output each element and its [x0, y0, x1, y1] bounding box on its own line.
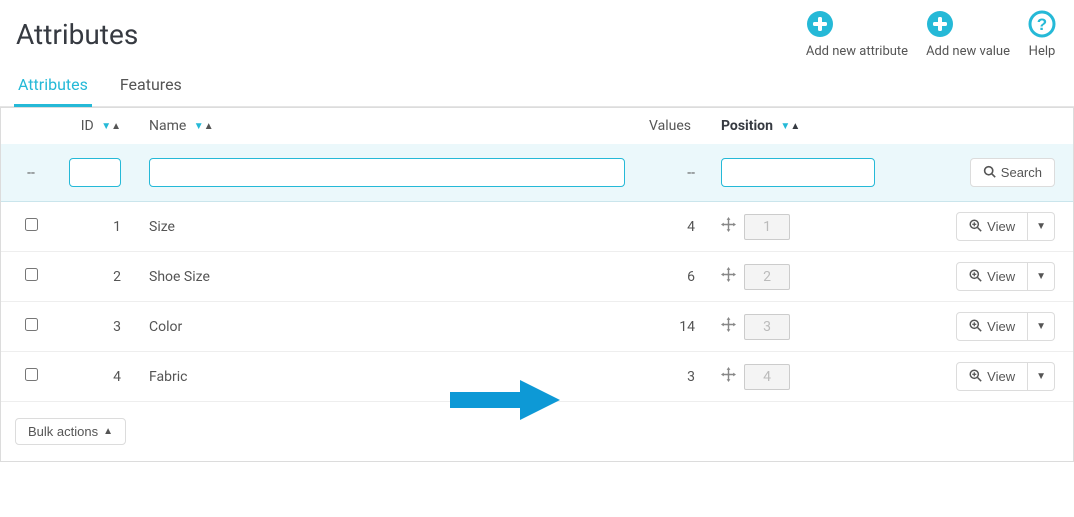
col-header-id[interactable]: ID ▼▲ — [61, 108, 141, 144]
help-button[interactable]: ? Help — [1028, 10, 1056, 59]
row-values: 3 — [633, 352, 713, 402]
row-checkbox[interactable] — [25, 218, 38, 231]
svg-text:?: ? — [1037, 15, 1047, 34]
drag-handle-icon[interactable] — [721, 367, 736, 386]
row-id: 3 — [61, 302, 141, 352]
drag-handle-icon[interactable] — [721, 317, 736, 336]
caret-down-icon: ▼ — [1036, 272, 1046, 282]
view-label: View — [987, 320, 1015, 333]
zoom-in-icon — [969, 369, 982, 384]
add-attribute-button[interactable]: Add new attribute — [806, 10, 908, 59]
col-header-position[interactable]: Position ▼▲ — [713, 108, 883, 144]
row-name: Color — [141, 302, 633, 352]
row-values: 4 — [633, 202, 713, 252]
row-id: 4 — [61, 352, 141, 402]
row-name: Size — [141, 202, 633, 252]
table-row: 2Shoe Size62View▼ — [1, 252, 1073, 302]
filter-id-input[interactable] — [69, 158, 121, 187]
view-button[interactable]: View — [956, 362, 1028, 391]
table-row: 3Color143View▼ — [1, 302, 1073, 352]
filter-position-input[interactable] — [721, 158, 875, 187]
filter-dash: -- — [633, 144, 713, 202]
caret-down-icon: ▼ — [780, 121, 790, 132]
row-checkbox[interactable] — [25, 368, 38, 381]
row-actions-dropdown[interactable]: ▼ — [1028, 362, 1055, 391]
tab-bar: Attributes Features — [0, 59, 1074, 107]
search-icon — [983, 165, 996, 180]
tab-attributes[interactable]: Attributes — [14, 65, 92, 107]
help-icon: ? — [1028, 10, 1056, 38]
row-checkbox[interactable] — [25, 318, 38, 331]
caret-down-icon: ▼ — [1036, 222, 1046, 232]
view-button[interactable]: View — [956, 212, 1028, 241]
plus-circle-icon — [806, 10, 908, 38]
view-label: View — [987, 370, 1015, 383]
view-label: View — [987, 270, 1015, 283]
row-actions-dropdown[interactable]: ▼ — [1028, 262, 1055, 291]
view-button[interactable]: View — [956, 312, 1028, 341]
row-position: 4 — [744, 364, 790, 390]
bulk-actions-button[interactable]: Bulk actions ▲ — [15, 418, 126, 445]
row-id: 2 — [61, 252, 141, 302]
row-checkbox[interactable] — [25, 268, 38, 281]
view-button[interactable]: View — [956, 262, 1028, 291]
row-name: Shoe Size — [141, 252, 633, 302]
toolbar: Add new attribute Add new value ? Help — [806, 10, 1056, 59]
add-attribute-label: Add new attribute — [806, 44, 908, 59]
caret-up-icon: ▲ — [790, 121, 800, 132]
row-actions-dropdown[interactable]: ▼ — [1028, 212, 1055, 241]
row-position: 3 — [744, 314, 790, 340]
caret-down-icon: ▼ — [1036, 372, 1046, 382]
search-label: Search — [1001, 166, 1042, 179]
help-label: Help — [1029, 44, 1056, 59]
row-position: 1 — [744, 214, 790, 240]
row-values: 14 — [633, 302, 713, 352]
caret-down-icon: ▼ — [194, 121, 204, 132]
zoom-in-icon — [969, 219, 982, 234]
drag-handle-icon[interactable] — [721, 267, 736, 286]
row-id: 1 — [61, 202, 141, 252]
add-value-button[interactable]: Add new value — [926, 10, 1010, 59]
drag-handle-icon[interactable] — [721, 217, 736, 236]
table-row: 1Size41View▼ — [1, 202, 1073, 252]
col-header-values: Values — [633, 108, 713, 144]
row-position: 2 — [744, 264, 790, 290]
caret-down-icon: ▼ — [1036, 322, 1046, 332]
add-value-label: Add new value — [926, 44, 1010, 59]
row-actions-dropdown[interactable]: ▼ — [1028, 312, 1055, 341]
bulk-actions-label: Bulk actions — [28, 425, 98, 438]
filter-name-input[interactable] — [149, 158, 625, 187]
caret-up-icon: ▲ — [204, 121, 214, 132]
filter-dash: -- — [1, 144, 61, 202]
caret-down-icon: ▼ — [101, 121, 111, 132]
zoom-in-icon — [969, 269, 982, 284]
caret-up-icon: ▲ — [103, 427, 113, 437]
zoom-in-icon — [969, 319, 982, 334]
tab-features[interactable]: Features — [116, 65, 186, 106]
annotation-arrow — [450, 380, 560, 420]
attributes-table: ID ▼▲ Name ▼▲ Values Position ▼▲ -- — [1, 108, 1073, 402]
view-label: View — [987, 220, 1015, 233]
plus-circle-icon — [926, 10, 1010, 38]
search-button[interactable]: Search — [970, 158, 1055, 187]
caret-up-icon: ▲ — [111, 121, 121, 132]
col-header-name[interactable]: Name ▼▲ — [141, 108, 633, 144]
row-values: 6 — [633, 252, 713, 302]
